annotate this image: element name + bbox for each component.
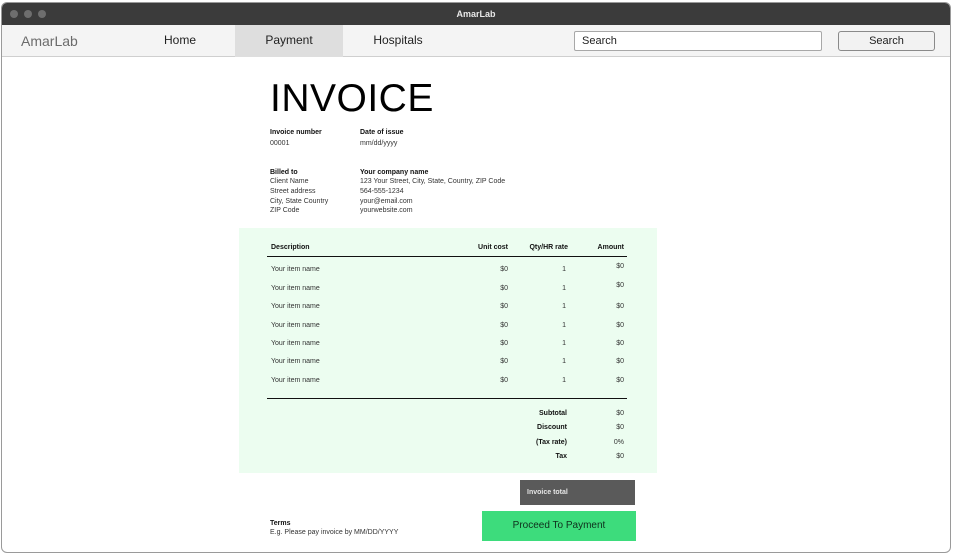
search-button[interactable]: Search — [838, 31, 935, 51]
item-qty: 1 — [562, 358, 566, 365]
company-line: 564-555-1234 — [360, 188, 404, 195]
company-line: yourwebsite.com — [360, 207, 413, 214]
table-row: Your item name $0 1 $0 — [239, 322, 657, 334]
item-amount: $0 — [616, 263, 624, 270]
discount-value: $0 — [616, 424, 624, 431]
billed-to-line: Street address — [270, 188, 316, 195]
table-row: Your item name $0 1 $0 — [239, 263, 657, 278]
subtotal-label: Subtotal — [539, 410, 567, 417]
invoice-items-table: Description Unit cost Qty/HR rate Amount… — [239, 228, 657, 473]
invoice-total-label: Invoice total — [527, 489, 568, 496]
item-amount: $0 — [616, 340, 624, 347]
search-input[interactable] — [574, 31, 822, 51]
column-header-unit-cost: Unit cost — [478, 244, 508, 251]
column-header-qty: Qty/HR rate — [529, 244, 568, 251]
item-qty: 1 — [562, 322, 566, 329]
table-row: Your item name $0 1 $0 — [239, 303, 657, 315]
table-row: Your item name $0 1 $0 — [239, 340, 657, 352]
company-line: your@email.com — [360, 198, 413, 205]
item-description: Your item name — [271, 322, 320, 329]
tax-label: Tax — [555, 453, 567, 460]
company-line: 123 Your Street, City, State, Country, Z… — [360, 178, 506, 185]
item-qty: 1 — [562, 285, 566, 292]
item-description: Your item name — [271, 340, 320, 347]
item-unit-cost: $0 — [500, 303, 508, 310]
item-amount: $0 — [616, 377, 624, 384]
totals-divider — [267, 398, 627, 399]
tax-value: $0 — [616, 453, 624, 460]
item-unit-cost: $0 — [500, 377, 508, 384]
nav-item-hospitals[interactable]: Hospitals — [358, 25, 438, 57]
item-description: Your item name — [271, 303, 320, 310]
brand-logo[interactable]: AmarLab — [21, 25, 78, 57]
item-unit-cost: $0 — [500, 340, 508, 347]
item-unit-cost: $0 — [500, 322, 508, 329]
item-qty: 1 — [562, 340, 566, 347]
column-header-description: Description — [271, 244, 310, 251]
billed-to-line: City, State Country — [270, 198, 329, 205]
item-description: Your item name — [271, 266, 320, 273]
item-amount: $0 — [616, 303, 624, 310]
table-row: Your item name $0 1 $0 — [239, 358, 657, 370]
navbar: AmarLab Home Payment Hospitals Search — [2, 25, 950, 57]
tax-rate-value: 0% — [613, 439, 624, 446]
title-bar: AmarLab — [2, 3, 950, 25]
item-description: Your item name — [271, 358, 320, 365]
proceed-to-payment-button[interactable]: Proceed To Payment — [482, 511, 636, 541]
item-amount: $0 — [616, 358, 624, 365]
window-title: AmarLab — [456, 9, 496, 19]
item-description: Your item name — [271, 285, 320, 292]
item-unit-cost: $0 — [500, 266, 508, 273]
nav-item-home[interactable]: Home — [141, 25, 219, 57]
item-qty: 1 — [562, 377, 566, 384]
item-unit-cost: $0 — [500, 285, 508, 292]
company-name-label: Your company name — [360, 169, 429, 176]
nav-item-payment[interactable]: Payment — [235, 25, 343, 57]
discount-label: Discount — [537, 424, 567, 431]
invoice-title: INVOICE — [270, 77, 434, 120]
item-unit-cost: $0 — [500, 358, 508, 365]
billed-to-label: Billed to — [270, 169, 298, 176]
table-row: Your item name $0 1 $0 — [239, 377, 657, 389]
terms-text: E.g. Please pay invoice by MM/DD/YYYY — [270, 529, 399, 536]
invoice-total-box: Invoice total — [520, 480, 635, 505]
billed-to-line: Client Name — [270, 178, 309, 185]
item-qty: 1 — [562, 266, 566, 273]
date-of-issue-label: Date of issue — [360, 129, 404, 136]
header-divider — [267, 256, 627, 257]
billed-to-line: ZIP Code — [270, 207, 300, 214]
item-description: Your item name — [271, 377, 320, 384]
table-row: Your item name $0 1 $0 — [239, 282, 657, 297]
subtotal-value: $0 — [616, 410, 624, 417]
date-of-issue-value: mm/dd/yyyy — [360, 140, 398, 147]
invoice-number-label: Invoice number — [270, 129, 322, 136]
item-amount: $0 — [616, 322, 624, 329]
item-qty: 1 — [562, 303, 566, 310]
tax-rate-label: (Tax rate) — [536, 439, 567, 446]
column-header-amount: Amount — [597, 244, 624, 251]
terms-label: Terms — [270, 520, 291, 527]
invoice-number-value: 00001 — [270, 140, 290, 147]
item-amount: $0 — [616, 282, 624, 289]
